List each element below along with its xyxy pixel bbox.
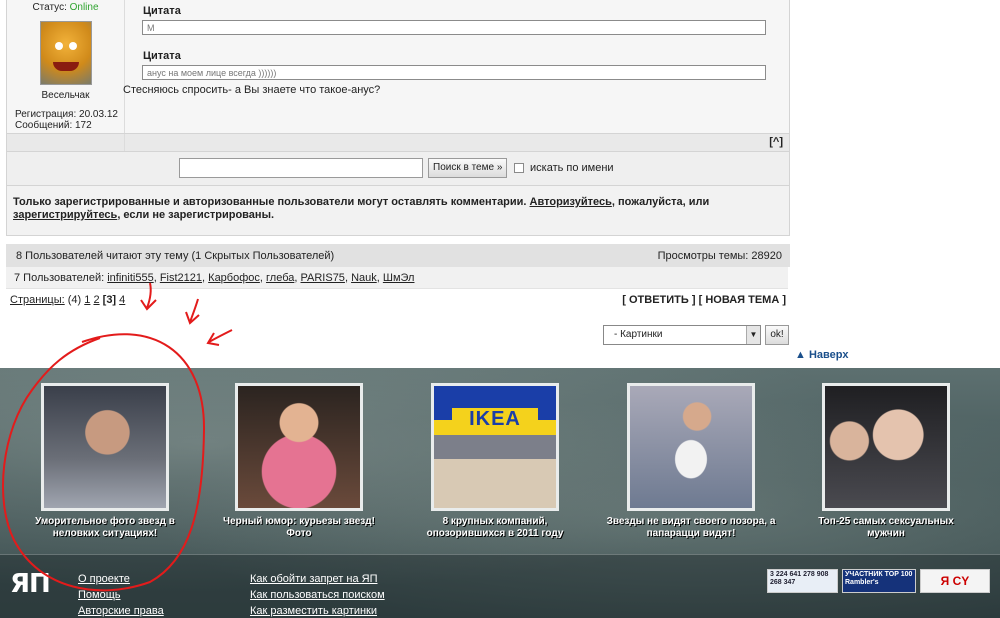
reply-button[interactable]: [ ОТВЕТИТЬ ]: [622, 294, 695, 306]
promo-thumbnail[interactable]: IKEA: [431, 383, 559, 511]
post: Статус: Online Весельчак Регистрация: 20…: [6, 0, 790, 134]
footer-link[interactable]: Как разместить картинки: [250, 603, 385, 618]
post-text: Стесняюсь спросить- а Вы знаете что тако…: [123, 84, 381, 96]
page-count: (4): [67, 294, 82, 306]
auth-notice: Только зарегистрированные и авторизованн…: [6, 186, 790, 236]
promo-thumbnail[interactable]: [235, 383, 363, 511]
page-link[interactable]: 1: [84, 294, 90, 306]
reader-link[interactable]: Fist2121: [160, 272, 202, 284]
footer-link[interactable]: Авторские права: [78, 603, 164, 618]
search-button[interactable]: Поиск в теме »: [428, 158, 508, 178]
footer-link[interactable]: Помощь: [78, 587, 164, 603]
ikea-sign: IKEA: [452, 408, 538, 431]
reader-link[interactable]: глеба: [266, 272, 294, 284]
promo-caption[interactable]: Уморительное фото звезд в неловких ситуа…: [20, 516, 190, 540]
reader-link[interactable]: infiniti555: [107, 272, 153, 284]
post-footer: [^]: [6, 134, 790, 152]
message-count: Сообщений: 172: [15, 120, 92, 131]
user-meta: Регистрация: 20.03.12 Сообщений: 172: [7, 109, 124, 131]
online-badge: Online: [69, 2, 99, 13]
reader-link[interactable]: Nauk: [351, 272, 377, 284]
readers-count: 8 Пользователей читают эту тему (1 Скрыт…: [16, 249, 335, 262]
promo-caption[interactable]: Звезды не видят своего позора, а папарац…: [606, 516, 776, 540]
arrow-up-icon: ▲: [795, 349, 806, 361]
topic-search: Поиск в теме » искать по имени: [6, 152, 790, 186]
user-status: Статус: Online: [32, 2, 99, 13]
counter-badges: 3 224 641 278 908 268 347 УЧАСТНИК TOP 1…: [767, 569, 990, 593]
site-logo[interactable]: ЯП: [10, 569, 51, 599]
quote-title: Цитата: [143, 50, 181, 62]
footer-links-col1: О проекте Помощь Авторские права: [78, 571, 164, 618]
promo-caption[interactable]: Топ-25 самых сексуальных мужчин: [801, 516, 971, 540]
rambler-top100-badge[interactable]: УЧАСТНИК TOP 100 Rambler's: [842, 569, 916, 593]
promo-item[interactable]: Звезды не видят своего позора, а папарац…: [606, 383, 776, 540]
post-body: Цитата М Цитата анус на моем лице всегда…: [123, 0, 789, 133]
topic-views: Просмотры темы: 28920: [657, 249, 782, 262]
yandex-cy-badge[interactable]: Я CY: [920, 569, 990, 593]
login-link[interactable]: Авторизуйтесь: [530, 196, 612, 208]
promo-thumbnail[interactable]: [822, 383, 950, 511]
search-by-name-label: искать по имени: [530, 162, 614, 174]
promo-caption[interactable]: 8 крупных компаний, опозорившихся в 2011…: [410, 516, 580, 540]
reader-link[interactable]: ШмЭл: [383, 272, 415, 284]
forum-thread: Статус: Online Весельчак Регистрация: 20…: [6, 0, 790, 311]
pagination: Страницы: (4) 1 2 [3] 4 [ ОТВЕТИТЬ ] [ Н…: [6, 289, 790, 311]
current-page: [3]: [102, 294, 117, 306]
registration-date: Регистрация: 20.03.12: [15, 109, 118, 120]
promo-item[interactable]: Черный юмор: курьезы звезд! Фото: [214, 383, 384, 540]
page-link[interactable]: 2: [93, 294, 99, 306]
reader-link[interactable]: PARIS75: [301, 272, 345, 284]
chevron-down-icon[interactable]: ▼: [746, 326, 760, 344]
footer-links-col2: Как обойти запрет на ЯП Как пользоваться…: [250, 571, 385, 618]
register-link[interactable]: зарегистрируйтесь: [13, 209, 117, 221]
promo-item[interactable]: IKEA 8 крупных компаний, опозорившихся в…: [410, 383, 580, 540]
search-input[interactable]: [179, 158, 423, 178]
scroll-top-button[interactable]: [^]: [769, 136, 783, 148]
username[interactable]: Весельчак: [7, 90, 124, 101]
footer-link[interactable]: Как пользоваться поиском: [250, 587, 385, 603]
pages-label[interactable]: Страницы:: [10, 294, 65, 306]
search-by-name-checkbox[interactable]: [514, 163, 524, 173]
quote-box: М: [142, 20, 766, 35]
avatar[interactable]: [39, 21, 92, 85]
forum-jump-select[interactable]: - Картинки ▼: [603, 325, 761, 345]
footer-link[interactable]: Как обойти запрет на ЯП: [250, 571, 385, 587]
back-to-top-link[interactable]: ▲ Наверх: [795, 349, 848, 361]
promo-thumbnail[interactable]: [627, 383, 755, 511]
quote-title: Цитата: [143, 5, 181, 17]
readers-summary: 8 Пользователей читают эту тему (1 Скрыт…: [6, 244, 790, 267]
post-author-panel: Статус: Online Весельчак Регистрация: 20…: [7, 0, 125, 133]
promo-item[interactable]: Уморительное фото звезд в неловких ситуа…: [20, 383, 190, 540]
footer-link[interactable]: О проекте: [78, 571, 164, 587]
jump-ok-button[interactable]: ok!: [765, 325, 789, 345]
promo-caption[interactable]: Черный юмор: курьезы звезд! Фото: [214, 516, 384, 540]
promo-item[interactable]: Топ-25 самых сексуальных мужчин: [801, 383, 971, 540]
promo-thumbnail[interactable]: [41, 383, 169, 511]
readers-list: 7 Пользователей: infiniti555, Fist2121, …: [6, 267, 788, 289]
quote-box: анус на моем лице всегда )))))): [142, 65, 766, 80]
page-link[interactable]: 4: [119, 294, 125, 306]
reader-link[interactable]: Карбофос: [208, 272, 260, 284]
liveinternet-counter[interactable]: 3 224 641 278 908 268 347: [767, 569, 838, 593]
new-topic-button[interactable]: [ НОВАЯ ТЕМА ]: [699, 294, 786, 306]
